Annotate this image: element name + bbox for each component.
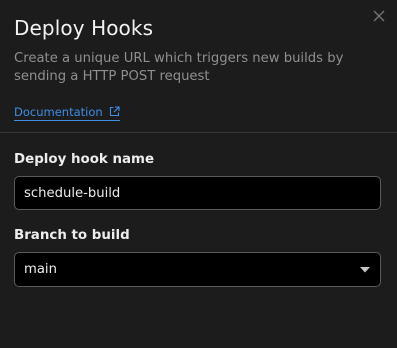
branch-field-group: Branch to build main	[14, 227, 383, 287]
external-link-icon	[109, 105, 120, 117]
hook-name-input[interactable]	[14, 176, 381, 210]
panel-header: Deploy Hooks Create a unique URL which t…	[0, 0, 397, 132]
hook-name-field-group: Deploy hook name	[14, 151, 383, 210]
deploy-hooks-panel: Deploy Hooks Create a unique URL which t…	[0, 0, 397, 348]
panel-form: Deploy hook name Branch to build main	[0, 133, 397, 287]
branch-label: Branch to build	[14, 228, 130, 243]
documentation-link[interactable]: Documentation	[14, 105, 120, 121]
panel-description: Create a unique URL which triggers new b…	[14, 51, 344, 84]
documentation-link-label: Documentation	[14, 105, 103, 119]
close-button[interactable]	[370, 7, 388, 25]
close-icon	[373, 10, 385, 22]
caret-down-icon	[360, 266, 370, 273]
branch-select[interactable]: main	[14, 252, 381, 287]
branch-select-value: main	[24, 262, 57, 277]
panel-title: Deploy Hooks	[14, 16, 154, 40]
hook-name-label: Deploy hook name	[14, 152, 155, 167]
